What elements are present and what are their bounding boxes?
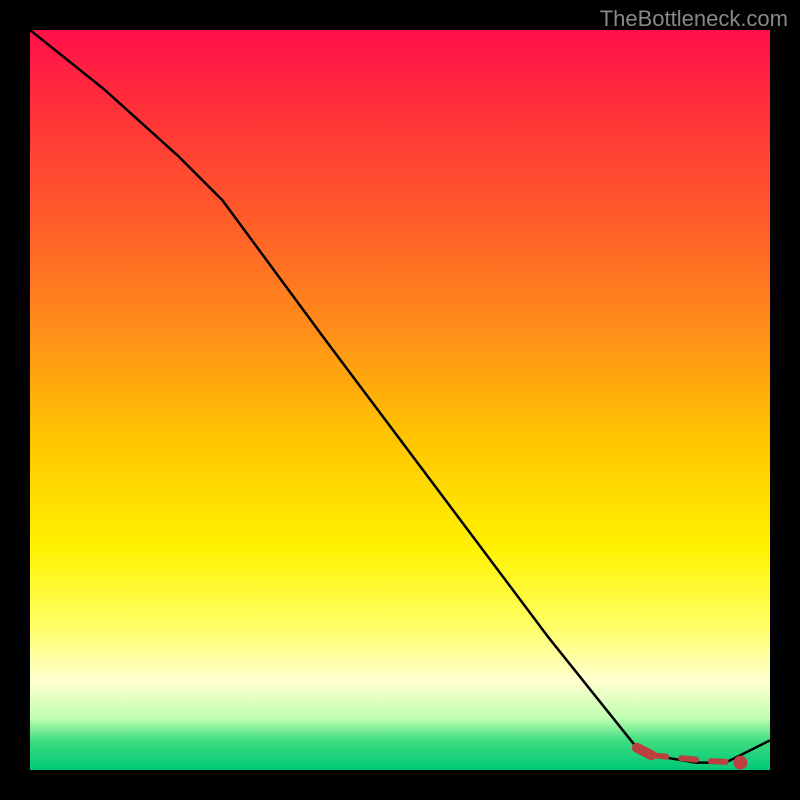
watermark-text: TheBottleneck.com [600, 6, 788, 32]
optimal-point-marker [733, 756, 747, 770]
bottleneck-curve [30, 30, 770, 763]
chart-canvas [30, 30, 770, 770]
optimal-dashed-segment [652, 755, 726, 762]
chart-svg [30, 30, 770, 770]
